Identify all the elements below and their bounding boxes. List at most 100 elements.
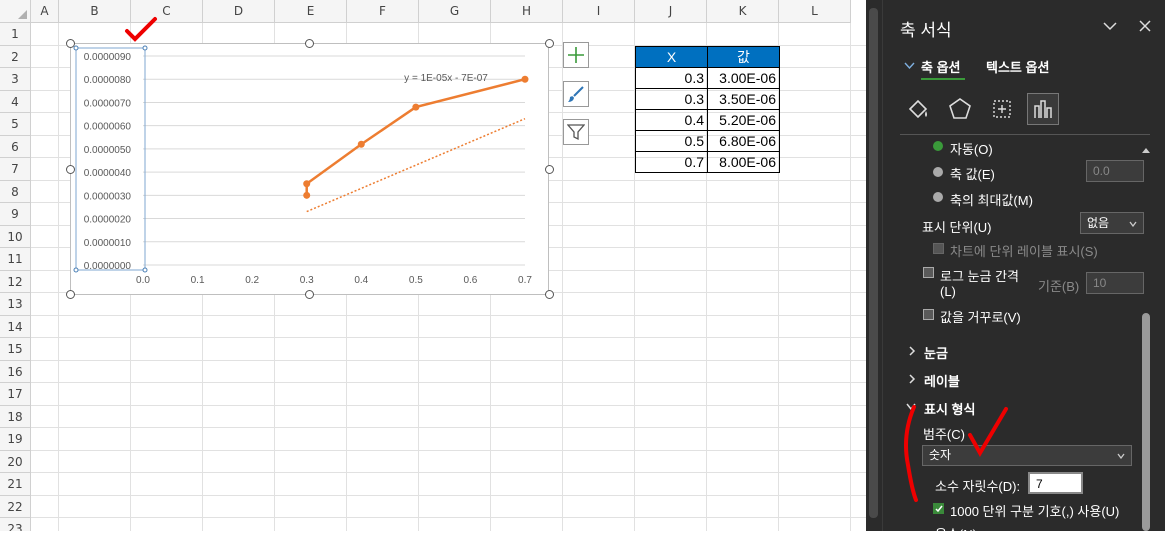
pane-scroll-thumb[interactable] <box>1142 313 1150 531</box>
column-header-b[interactable]: B <box>59 0 131 23</box>
table-row: 0.7 8.00E-06 <box>635 151 780 173</box>
row-header-21[interactable]: 21 <box>0 473 31 496</box>
gridline-horizontal <box>31 337 866 338</box>
cell-x[interactable]: 0.5 <box>635 130 708 152</box>
cell-x[interactable]: 0.4 <box>635 109 708 131</box>
resize-handle-tr[interactable] <box>545 39 554 48</box>
column-header-g[interactable]: G <box>419 0 491 23</box>
column-header-k[interactable]: K <box>707 0 779 23</box>
gridline-horizontal <box>31 517 866 518</box>
cell-x[interactable]: 0.7 <box>635 151 708 173</box>
format-axis-pane: 축 서식 축 옵션 텍스트 옵션 자동(O) 축 값(E) 0.0 축의 최대값… <box>866 0 1165 542</box>
scroll-up-icon[interactable] <box>1141 146 1151 154</box>
bar-chart-icon <box>1034 100 1052 118</box>
pane-scrollbar[interactable] <box>1141 143 1151 531</box>
axis-value-input[interactable]: 0.0 <box>1086 160 1144 182</box>
table-header-value[interactable]: 값 <box>707 46 780 68</box>
select-all-corner[interactable] <box>0 0 31 23</box>
row-header-12[interactable]: 12 <box>0 270 31 293</box>
y-tick-label: 0.0000010 <box>84 238 132 249</box>
resize-handle-br[interactable] <box>545 290 554 299</box>
row-header-7[interactable]: 7 <box>0 158 31 181</box>
base-input[interactable]: 10 <box>1086 272 1144 294</box>
chevron-right-icon[interactable] <box>908 374 916 384</box>
resize-handle-t[interactable] <box>305 39 314 48</box>
sheet-vertical-scrollbar[interactable] <box>866 0 883 531</box>
axis-options-icon-tab[interactable] <box>1027 93 1059 125</box>
row-header-1[interactable]: 1 <box>0 23 31 46</box>
y-tick-label: 0.0000030 <box>84 191 132 202</box>
data-point <box>357 140 365 148</box>
y-tick-label: 0.0000080 <box>84 75 132 86</box>
row-header-10[interactable]: 10 <box>0 225 31 248</box>
tab-axis-options[interactable]: 축 옵션 <box>921 57 961 76</box>
tab-text-options[interactable]: 텍스트 옵션 <box>986 57 1049 76</box>
radio-max-value[interactable] <box>933 192 943 202</box>
row-header-6[interactable]: 6 <box>0 135 31 158</box>
row-header-8[interactable]: 8 <box>0 180 31 203</box>
size-properties-icon[interactable] <box>990 97 1014 121</box>
row-header-17[interactable]: 17 <box>0 383 31 406</box>
cell-x[interactable]: 0.3 <box>635 88 708 110</box>
column-header-i[interactable]: I <box>563 0 635 23</box>
resize-handle-bl[interactable] <box>66 290 75 299</box>
row-header-15[interactable]: 15 <box>0 338 31 361</box>
active-tab-indicator <box>921 78 965 80</box>
row-header-2[interactable]: 2 <box>0 45 31 68</box>
trendline <box>306 118 526 213</box>
cell-value[interactable]: 8.00E-06 <box>707 151 780 173</box>
column-header-j[interactable]: J <box>635 0 707 23</box>
row-header-18[interactable]: 18 <box>0 405 31 428</box>
close-icon[interactable] <box>1139 20 1151 32</box>
cell-value[interactable]: 5.20E-06 <box>707 109 780 131</box>
axis-selection-handle <box>73 45 79 51</box>
resize-handle-tl[interactable] <box>66 39 75 48</box>
column-header-l[interactable]: L <box>779 0 851 23</box>
row-header-11[interactable]: 11 <box>0 248 31 271</box>
column-header-f[interactable]: F <box>347 0 419 23</box>
radio-axis-value-label: 축 값(E) <box>950 167 995 182</box>
chevron-down-icon[interactable] <box>1103 21 1117 31</box>
y-tick-label: 0.0000050 <box>84 145 132 156</box>
section-labels[interactable]: 레이블 <box>924 371 960 390</box>
row-header-20[interactable]: 20 <box>0 450 31 473</box>
gridline-horizontal <box>31 314 866 316</box>
resize-handle-b[interactable] <box>305 290 314 299</box>
fill-line-icon[interactable] <box>906 97 930 121</box>
effects-pentagon-icon[interactable] <box>948 97 972 121</box>
radio-auto[interactable] <box>933 141 943 151</box>
row-header-23[interactable]: 23 <box>0 518 31 531</box>
row-header-9[interactable]: 9 <box>0 203 31 226</box>
row-header-22[interactable]: 22 <box>0 495 31 518</box>
cell-value[interactable]: 3.00E-06 <box>707 67 780 89</box>
column-header-e[interactable]: E <box>275 0 347 23</box>
cell-x[interactable]: 0.3 <box>635 67 708 89</box>
row-header-5[interactable]: 5 <box>0 113 31 136</box>
reverse-checkbox[interactable] <box>923 309 934 320</box>
log-scale-checkbox[interactable] <box>923 267 934 278</box>
row-header-19[interactable]: 19 <box>0 428 31 451</box>
row-header-16[interactable]: 16 <box>0 360 31 383</box>
chevron-right-icon[interactable] <box>908 346 916 356</box>
chart-filters-button[interactable] <box>563 119 589 145</box>
section-ticks[interactable]: 눈금 <box>924 343 948 362</box>
row-header-13[interactable]: 13 <box>0 293 31 316</box>
row-header-4[interactable]: 4 <box>0 90 31 113</box>
column-header-h[interactable]: H <box>491 0 563 23</box>
cell-value[interactable]: 3.50E-06 <box>707 88 780 110</box>
display-units-select[interactable]: 없음 <box>1080 212 1144 234</box>
column-header-d[interactable]: D <box>203 0 275 23</box>
chart-styles-button[interactable] <box>563 81 589 107</box>
radio-axis-value[interactable] <box>933 167 943 177</box>
table-header-x[interactable]: X <box>635 46 708 68</box>
row-header-3[interactable]: 3 <box>0 68 31 91</box>
resize-handle-r[interactable] <box>545 165 554 174</box>
cell-value[interactable]: 6.80E-06 <box>707 130 780 152</box>
chart-area[interactable]: 0.0000000 0.0000010 0.0000020 0.0000030 0.00… <box>70 43 549 295</box>
decimals-input[interactable]: 7 <box>1028 472 1083 494</box>
column-header-a[interactable]: A <box>31 0 59 23</box>
resize-handle-l[interactable] <box>66 165 75 174</box>
show-units-checkbox[interactable] <box>933 243 944 254</box>
row-header-14[interactable]: 14 <box>0 315 31 338</box>
chart-elements-button[interactable] <box>563 42 589 68</box>
